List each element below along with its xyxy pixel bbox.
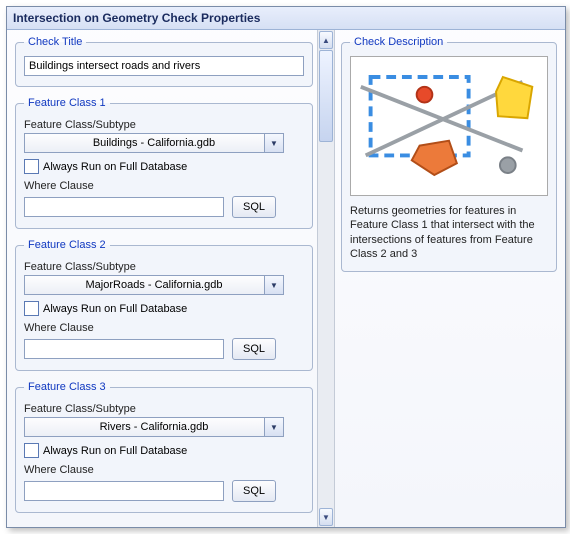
feature-class-3-legend: Feature Class 3	[24, 381, 110, 393]
fc2-always-run-checkbox[interactable]	[24, 301, 39, 316]
vertical-scrollbar[interactable]: ▲ ▼	[317, 30, 335, 527]
dropdown-arrow-icon: ▼	[264, 418, 283, 436]
feature-class-3-group: Feature Class 3 Feature Class/Subtype Ri…	[15, 381, 313, 513]
fc2-where-input[interactable]	[24, 339, 224, 359]
fc2-combo[interactable]: MajorRoads - California.gdb ▼	[24, 275, 284, 295]
dialog-content: Check Title Feature Class 1 Feature Clas…	[7, 30, 565, 527]
fc1-combo[interactable]: Buildings - California.gdb ▼	[24, 133, 284, 153]
check-title-group: Check Title	[15, 36, 313, 87]
feature-class-2-legend: Feature Class 2	[24, 239, 110, 251]
feature-class-1-group: Feature Class 1 Feature Class/Subtype Bu…	[15, 97, 313, 229]
check-description-group: Check Description	[341, 36, 557, 272]
fc3-combo-value: Rivers - California.gdb	[100, 421, 209, 433]
window-title: Intersection on Geometry Check Propertie…	[13, 11, 260, 25]
fc2-always-run-label: Always Run on Full Database	[43, 303, 187, 315]
fc3-where-label: Where Clause	[24, 464, 304, 476]
titlebar: Intersection on Geometry Check Propertie…	[7, 7, 565, 30]
fc3-combo[interactable]: Rivers - California.gdb ▼	[24, 417, 284, 437]
check-title-legend: Check Title	[24, 36, 86, 48]
fc2-sql-button[interactable]: SQL	[232, 338, 276, 360]
fc1-subtype-label: Feature Class/Subtype	[24, 119, 304, 131]
feature-class-1-legend: Feature Class 1	[24, 97, 110, 109]
dropdown-arrow-icon: ▼	[264, 276, 283, 294]
fc1-always-run-checkbox[interactable]	[24, 159, 39, 174]
fc1-where-input[interactable]	[24, 197, 224, 217]
fc1-sql-button[interactable]: SQL	[232, 196, 276, 218]
dropdown-arrow-icon: ▼	[264, 134, 283, 152]
dialog-window: Intersection on Geometry Check Propertie…	[6, 6, 566, 528]
description-legend: Check Description	[350, 36, 447, 48]
fc1-where-label: Where Clause	[24, 180, 304, 192]
fc2-combo-value: MajorRoads - California.gdb	[86, 279, 223, 291]
description-text: Returns geometries for features in Featu…	[350, 204, 548, 261]
fc3-always-run-label: Always Run on Full Database	[43, 445, 187, 457]
fc1-combo-value: Buildings - California.gdb	[93, 137, 215, 149]
fc2-where-label: Where Clause	[24, 322, 304, 334]
right-pane: Check Description	[335, 30, 565, 527]
scroll-up-icon[interactable]: ▲	[319, 31, 333, 49]
fc3-subtype-label: Feature Class/Subtype	[24, 403, 304, 415]
fc3-where-input[interactable]	[24, 481, 224, 501]
check-title-input[interactable]	[24, 56, 304, 76]
fc3-sql-button[interactable]: SQL	[232, 480, 276, 502]
description-diagram	[350, 56, 548, 196]
fc2-subtype-label: Feature Class/Subtype	[24, 261, 304, 273]
scroll-track[interactable]	[318, 50, 334, 507]
left-pane: Check Title Feature Class 1 Feature Clas…	[7, 30, 317, 527]
scroll-down-icon[interactable]: ▼	[319, 508, 333, 526]
feature-class-2-group: Feature Class 2 Feature Class/Subtype Ma…	[15, 239, 313, 371]
scroll-thumb[interactable]	[319, 50, 333, 142]
fc1-always-run-label: Always Run on Full Database	[43, 161, 187, 173]
fc3-always-run-checkbox[interactable]	[24, 443, 39, 458]
